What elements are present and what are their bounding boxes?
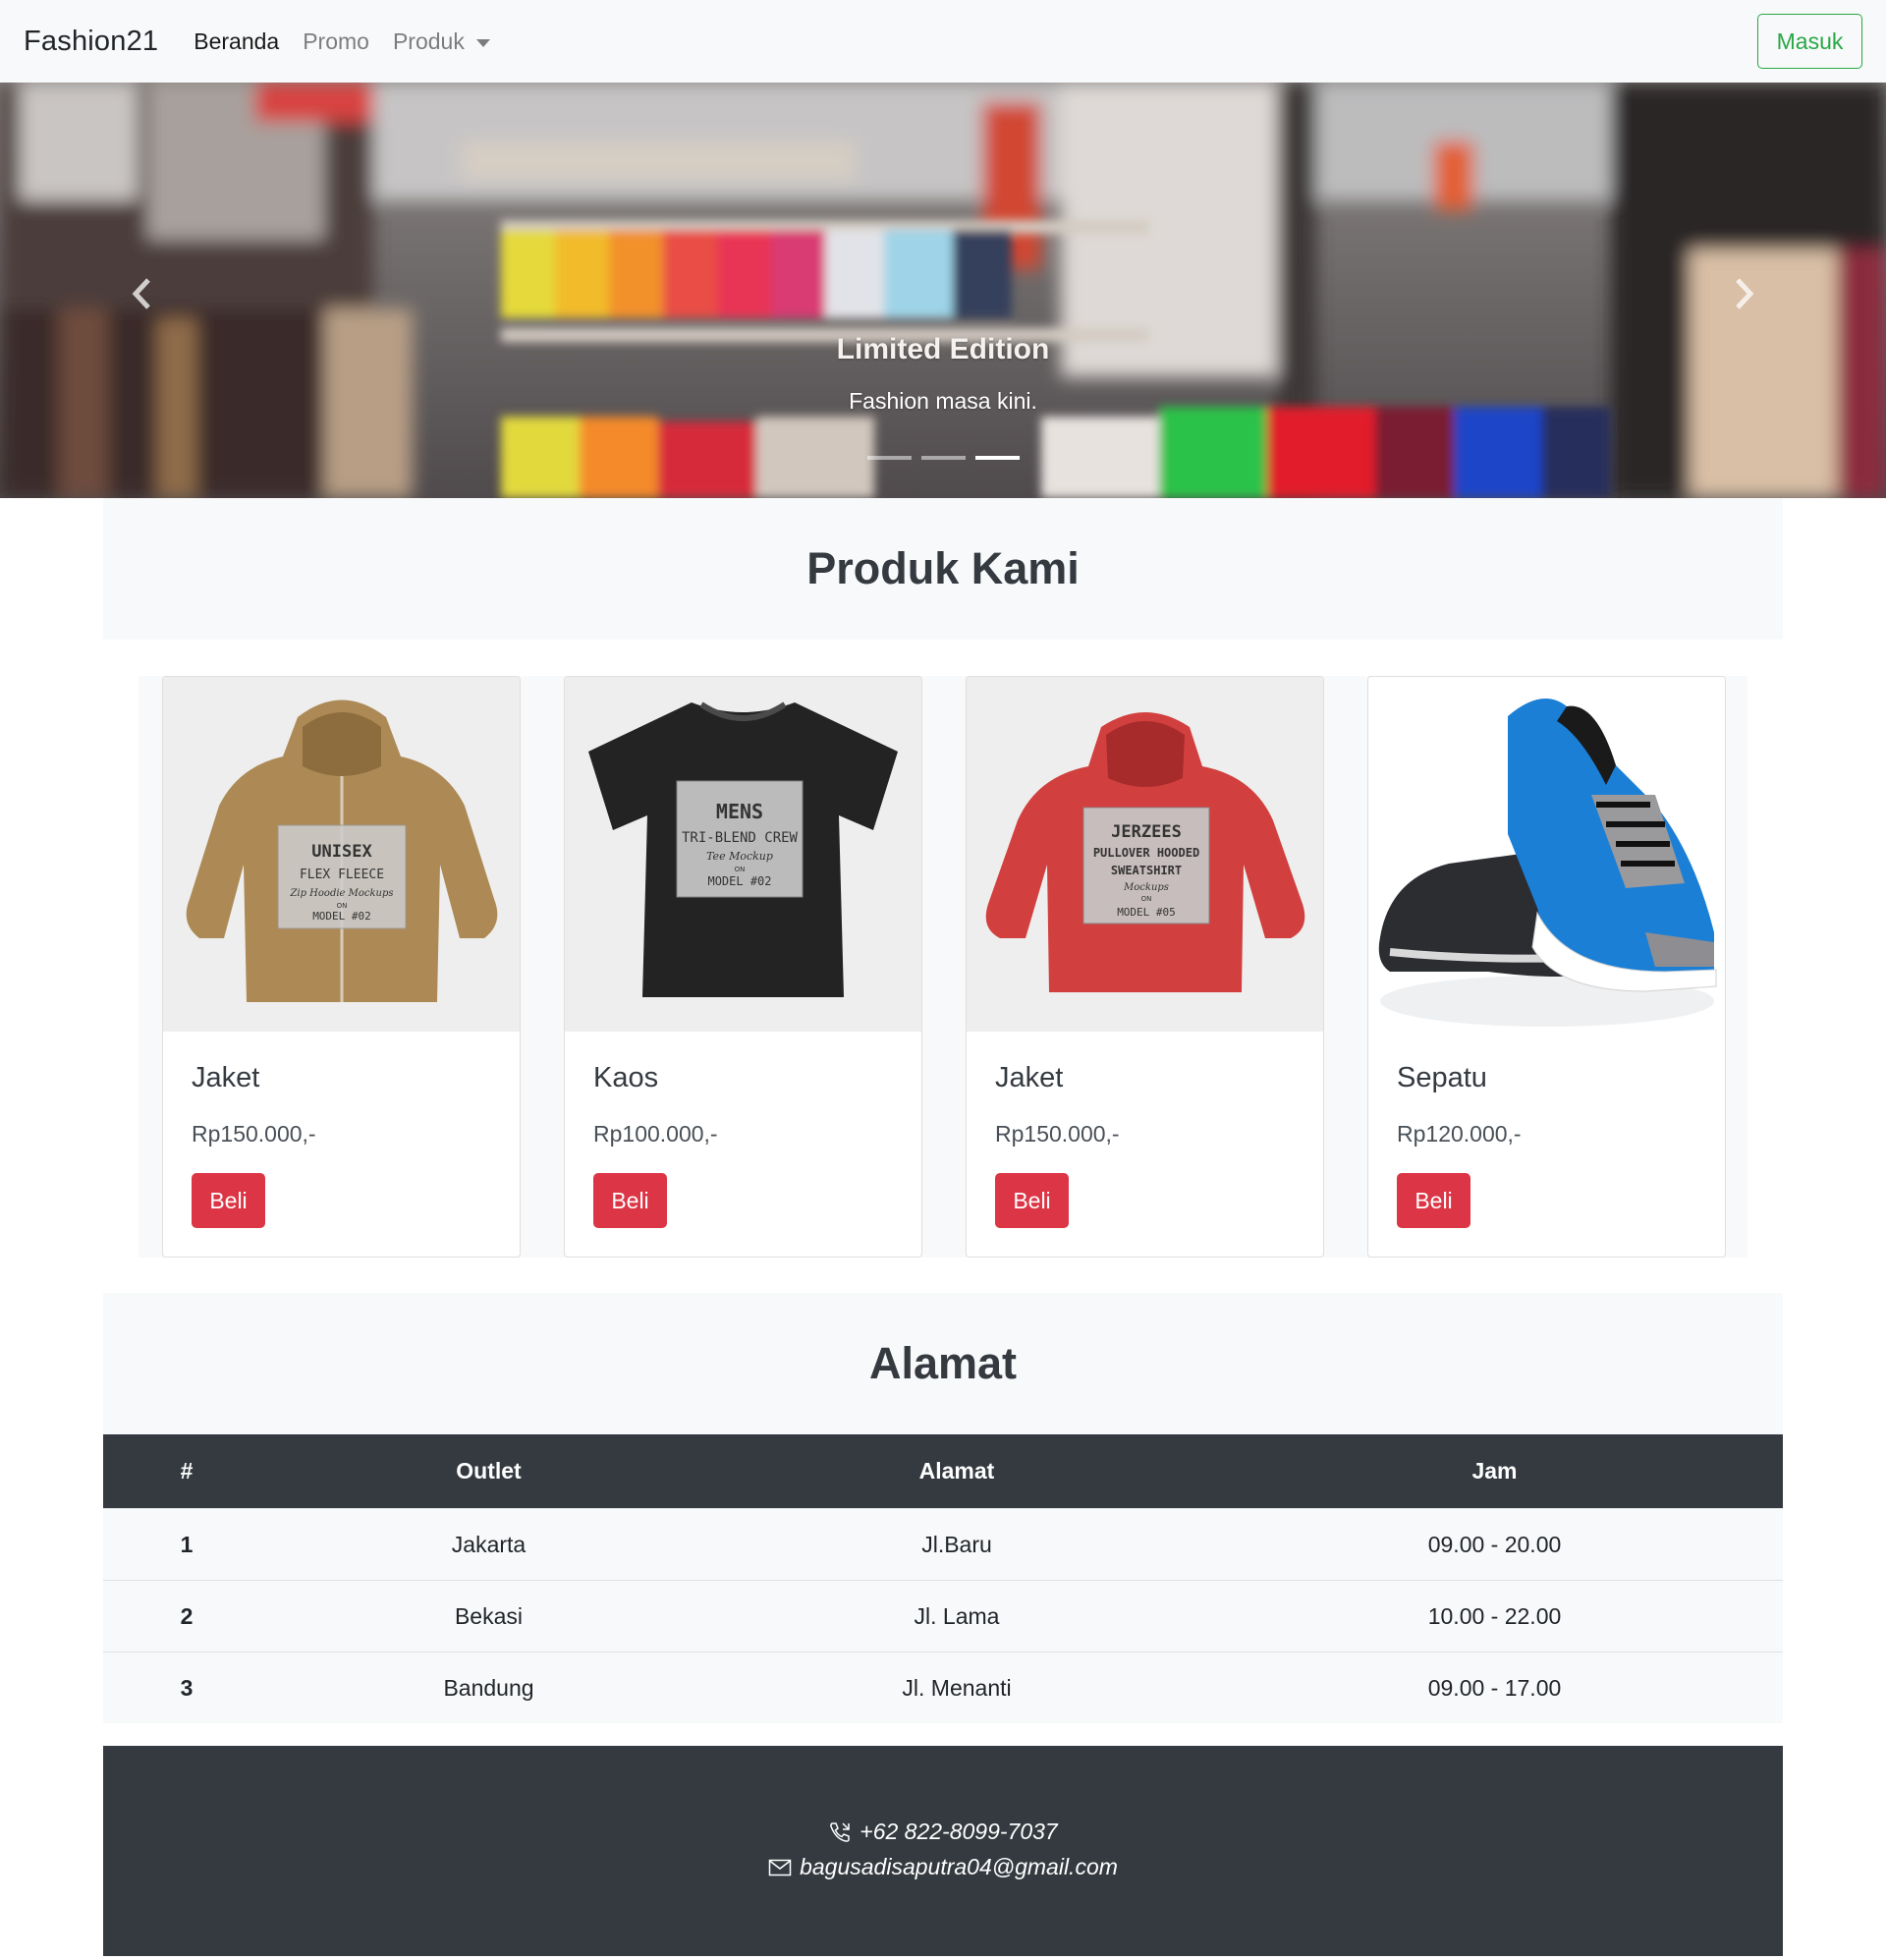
column-header-number: # — [180, 1458, 194, 1484]
row-number: 1 — [180, 1531, 194, 1557]
caret-down-icon — [475, 38, 490, 47]
svg-text:PULLOVER HOODED: PULLOVER HOODED — [1092, 846, 1198, 860]
svg-text:MODEL #02: MODEL #02 — [707, 874, 771, 888]
svg-text:ON: ON — [336, 902, 347, 910]
product-name: Sepatu — [1397, 1062, 1487, 1093]
mock-text: UNISEX — [311, 842, 372, 862]
outlet-cell: Bekasi — [454, 1602, 524, 1629]
svg-text:Mockups: Mockups — [1123, 882, 1169, 893]
phone-icon — [830, 1821, 851, 1842]
caption-text: Fashion masa kini. — [849, 388, 1037, 414]
footer-email: bagusadisaputra04@gmail.com — [103, 1854, 1783, 1880]
address-table: # Outlet Alamat Jam 1 Jakarta Jl.Baru 09… — [103, 1434, 1783, 1723]
carousel-indicator-1[interactable] — [866, 456, 912, 460]
svg-text:Tee Mockup: Tee Mockup — [706, 850, 773, 863]
chevron-right-icon — [1736, 278, 1754, 309]
buy-button[interactable]: Beli — [593, 1173, 667, 1228]
buy-button[interactable]: Beli — [1397, 1173, 1470, 1228]
product-image-brown-hoodie: UNISEX FLEX FLEECE Zip Hoodie Mockups ON… — [163, 677, 520, 1032]
phone-number[interactable]: +62 822-8099-7037 — [860, 1819, 1057, 1845]
address-cell: Jl. Lama — [914, 1602, 1000, 1629]
carousel-indicator-2[interactable] — [920, 456, 966, 460]
svg-text:MODEL #05: MODEL #05 — [1117, 906, 1176, 919]
column-header-hours: Jam — [1471, 1458, 1518, 1484]
blue-sneakers-image — [1378, 699, 1716, 1027]
column-header-outlet: Outlet — [456, 1458, 522, 1484]
brown-hoodie-image: UNISEX FLEX FLEECE Zip Hoodie Mockups ON… — [186, 700, 497, 1002]
product-price: Rp150.000,- — [995, 1121, 1120, 1147]
row-number: 2 — [180, 1602, 194, 1629]
product-name: Kaos — [593, 1062, 659, 1093]
svg-text:ON: ON — [1140, 895, 1151, 903]
carousel-indicator-3[interactable] — [974, 456, 1020, 460]
nav-dropdown-produk[interactable]: Produk — [393, 28, 490, 55]
svg-text:Zip Hoodie Mockups: Zip Hoodie Mockups — [289, 888, 393, 899]
product-image-red-hoodie: JERZEES PULLOVER HOODED SWEATSHIRT Mocku… — [967, 677, 1323, 1032]
table-header-row: # Outlet Alamat Jam — [103, 1434, 1783, 1508]
envelope-icon — [768, 1859, 792, 1876]
black-tshirt-image: MENS TRI-BLEND CREW Tee Mockup ON MODEL … — [588, 700, 898, 997]
svg-text:SWEATSHIRT: SWEATSHIRT — [1110, 864, 1181, 877]
svg-text:ON: ON — [735, 866, 746, 873]
svg-text:TRI-BLEND CREW: TRI-BLEND CREW — [682, 830, 799, 846]
table-row: 2 Bekasi Jl. Lama 10.00 - 22.00 — [103, 1580, 1783, 1652]
nav-dropdown-label: Produk — [392, 28, 465, 54]
store-background — [0, 83, 1886, 498]
outlet-cell: Bandung — [443, 1674, 534, 1701]
brand-logo[interactable]: Fashion21 — [24, 26, 158, 58]
product-card: UNISEX FLEX FLEECE Zip Hoodie Mockups ON… — [162, 676, 521, 1258]
product-image-black-tshirt: MENS TRI-BLEND CREW Tee Mockup ON MODEL … — [565, 677, 921, 1032]
navbar: Fashion21 Beranda Promo Produk Masuk — [0, 0, 1886, 83]
product-name: Jaket — [192, 1062, 260, 1093]
footer-phone: +62 822-8099-7037 — [103, 1819, 1783, 1845]
product-price: Rp100.000,- — [593, 1121, 718, 1147]
column-header-address: Alamat — [918, 1458, 995, 1484]
product-card: MENS TRI-BLEND CREW Tee Mockup ON MODEL … — [564, 676, 922, 1258]
hero-carousel: Limited Edition Fashion masa kini. — [0, 83, 1886, 498]
outlet-cell: Jakarta — [451, 1531, 527, 1557]
hours-cell: 10.00 - 22.00 — [1427, 1602, 1562, 1629]
carousel-prev-button[interactable] — [122, 274, 161, 313]
hours-cell: 09.00 - 20.00 — [1427, 1531, 1562, 1557]
product-image-blue-sneakers — [1368, 677, 1725, 1032]
login-button[interactable]: Masuk — [1757, 14, 1862, 69]
products-header: Produk Kami — [103, 498, 1783, 640]
product-list: UNISEX FLEX FLEECE Zip Hoodie Mockups ON… — [139, 676, 1747, 1258]
address-title: Alamat — [868, 1338, 1018, 1388]
products-title: Produk Kami — [806, 543, 1080, 593]
nav-link-beranda[interactable]: Beranda — [194, 28, 279, 55]
row-number: 3 — [180, 1674, 194, 1701]
address-header: Alamat — [103, 1293, 1783, 1434]
red-hoodie-image: JERZEES PULLOVER HOODED SWEATSHIRT Mocku… — [985, 711, 1304, 992]
carousel-caption: Limited Edition Fashion masa kini. — [0, 333, 1886, 415]
svg-text:MENS: MENS — [716, 800, 763, 823]
buy-button[interactable]: Beli — [995, 1173, 1069, 1228]
product-price: Rp120.000,- — [1397, 1121, 1522, 1147]
carousel-indicators — [0, 456, 1886, 460]
address-cell: Jl. Menanti — [902, 1674, 1012, 1701]
carousel-next-button[interactable] — [1725, 274, 1764, 313]
address-cell: Jl.Baru — [921, 1531, 992, 1557]
product-card: JERZEES PULLOVER HOODED SWEATSHIRT Mocku… — [966, 676, 1324, 1258]
svg-text:FLEX FLEECE: FLEX FLEECE — [299, 868, 383, 882]
table-row: 1 Jakarta Jl.Baru 09.00 - 20.00 — [103, 1508, 1783, 1580]
buy-button[interactable]: Beli — [192, 1173, 265, 1228]
product-card: Sepatu Rp120.000,- Beli — [1367, 676, 1726, 1258]
carousel-slide-image — [0, 83, 1886, 498]
svg-text:JERZEES: JERZEES — [1111, 822, 1182, 842]
svg-text:MODEL #02: MODEL #02 — [312, 910, 371, 923]
caption-title: Limited Edition — [836, 333, 1050, 365]
nav-link-promo[interactable]: Promo — [303, 28, 369, 55]
product-name: Jaket — [995, 1062, 1064, 1093]
email-address[interactable]: bagusadisaputra04@gmail.com — [800, 1854, 1118, 1880]
chevron-left-icon — [132, 278, 150, 309]
product-price: Rp150.000,- — [192, 1121, 316, 1147]
table-row: 3 Bandung Jl. Menanti 09.00 - 17.00 — [103, 1652, 1783, 1723]
hours-cell: 09.00 - 17.00 — [1427, 1674, 1562, 1701]
footer: +62 822-8099-7037 bagusadisaputra04@gmai… — [103, 1746, 1783, 1956]
